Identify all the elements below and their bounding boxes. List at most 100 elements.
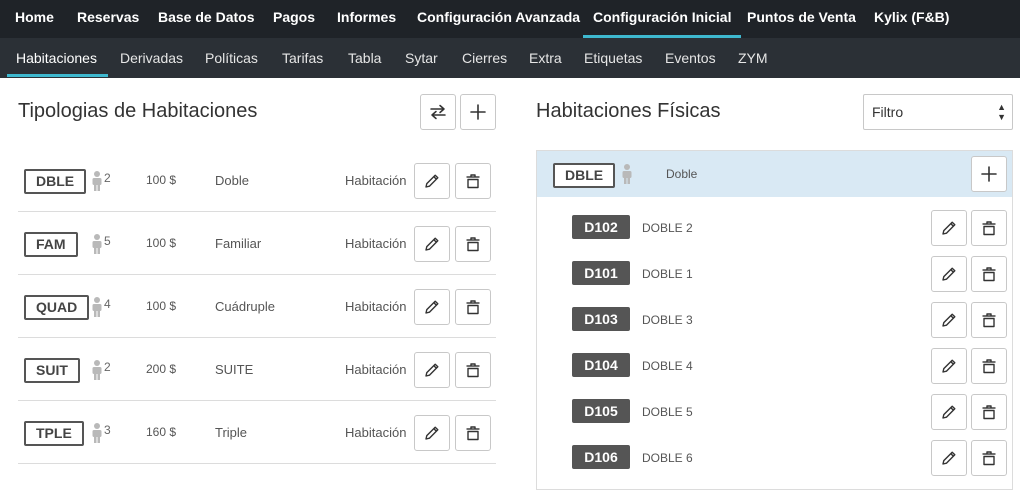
trash-icon bbox=[980, 219, 998, 237]
subnav-item-habitaciones[interactable]: Habitaciones bbox=[16, 38, 97, 78]
room-number-badge: D106 bbox=[572, 445, 630, 469]
room-type-price: 200 $ bbox=[146, 362, 177, 376]
pencil-icon bbox=[940, 449, 958, 467]
subnav-item-tarifas[interactable]: Tarifas bbox=[282, 38, 323, 78]
delete-room-type-button[interactable] bbox=[455, 289, 491, 325]
room-types-title: Tipologias de Habitaciones bbox=[18, 100, 258, 122]
edit-room-type-button[interactable] bbox=[414, 352, 450, 388]
plus-icon bbox=[470, 104, 486, 120]
physical-room-row[interactable]: D104 DOBLE 4 bbox=[537, 336, 1012, 384]
swap-button[interactable] bbox=[420, 94, 456, 130]
selected-room-type-description: Doble bbox=[666, 167, 698, 181]
selected-room-type-header[interactable]: DBLE Doble bbox=[537, 151, 1012, 197]
trash-icon bbox=[464, 235, 482, 253]
room-type-capacity: 5 bbox=[104, 234, 111, 248]
delete-room-button[interactable] bbox=[971, 348, 1007, 384]
delete-room-type-button[interactable] bbox=[455, 163, 491, 199]
room-type-price: 100 $ bbox=[146, 299, 177, 313]
edit-room-button[interactable] bbox=[931, 256, 967, 292]
delete-room-type-button[interactable] bbox=[455, 226, 491, 262]
physical-room-row[interactable]: D106 DOBLE 6 bbox=[537, 428, 1012, 476]
trash-icon bbox=[980, 449, 998, 467]
swap-arrows-icon bbox=[430, 104, 446, 120]
subnav-item-derivadas[interactable]: Derivadas bbox=[120, 38, 183, 78]
topnav-item-reservas[interactable]: Reservas bbox=[77, 0, 139, 38]
subnav-item-cierres[interactable]: Cierres bbox=[462, 38, 507, 78]
topnav-item-home[interactable]: Home bbox=[15, 0, 54, 38]
edit-room-button[interactable] bbox=[931, 348, 967, 384]
delete-room-button[interactable] bbox=[971, 440, 1007, 476]
subnav-item-eventos[interactable]: Eventos bbox=[665, 38, 716, 78]
room-type-kind: Habitación bbox=[345, 236, 407, 251]
room-number-badge: D102 bbox=[572, 215, 630, 239]
room-type-description: Cuádruple bbox=[215, 299, 275, 314]
subnav-item-politicas[interactable]: Políticas bbox=[205, 38, 258, 78]
room-name: DOBLE 4 bbox=[642, 359, 693, 373]
delete-room-button[interactable] bbox=[971, 302, 1007, 338]
topnav-item-pagos[interactable]: Pagos bbox=[273, 0, 315, 38]
pencil-icon bbox=[940, 403, 958, 421]
topnav-item-configuracion-inicial[interactable]: Configuración Inicial bbox=[583, 0, 742, 38]
delete-room-button[interactable] bbox=[971, 394, 1007, 430]
delete-room-type-button[interactable] bbox=[455, 415, 491, 451]
topnav-item-puntos-de-venta[interactable]: Puntos de Venta bbox=[747, 0, 856, 38]
room-number-badge: D101 bbox=[572, 261, 630, 285]
select-arrows-icon: ▲ ▼ bbox=[997, 102, 1006, 122]
room-type-code: QUAD bbox=[24, 295, 90, 320]
room-type-code: DBLE bbox=[24, 169, 87, 194]
filter-select-value: Filtro bbox=[872, 104, 904, 120]
room-type-row[interactable]: FAM 5 100 $ Familiar Habitación bbox=[18, 212, 496, 275]
physical-room-row[interactable]: D105 DOBLE 5 bbox=[537, 382, 1012, 430]
delete-room-button[interactable] bbox=[971, 210, 1007, 246]
physical-room-row[interactable]: D102 DOBLE 2 bbox=[537, 198, 1012, 246]
room-name: DOBLE 2 bbox=[642, 221, 693, 235]
edit-room-button[interactable] bbox=[931, 210, 967, 246]
room-type-row[interactable]: QUAD 4 100 $ Cuádruple Habitación bbox=[18, 275, 496, 338]
edit-room-type-button[interactable] bbox=[414, 415, 450, 451]
room-type-row[interactable]: DBLE 2 100 $ Doble Habitación bbox=[18, 149, 496, 212]
room-type-row[interactable]: SUIT 2 200 $ SUITE Habitación bbox=[18, 338, 496, 401]
edit-room-type-button[interactable] bbox=[414, 226, 450, 262]
trash-icon bbox=[464, 361, 482, 379]
topnav-item-base-de-datos[interactable]: Base de Datos bbox=[158, 0, 254, 38]
topnav-item-informes[interactable]: Informes bbox=[337, 0, 396, 38]
subnav-item-zym[interactable]: ZYM bbox=[738, 38, 768, 78]
room-type-description: Triple bbox=[215, 425, 248, 440]
subnav-item-extra[interactable]: Extra bbox=[529, 38, 562, 78]
top-navigation: Home Reservas Base de Datos Pagos Inform… bbox=[0, 0, 1020, 38]
person-icon bbox=[91, 423, 103, 448]
room-type-capacity: 4 bbox=[104, 297, 111, 311]
room-type-row[interactable]: TPLE 3 160 $ Triple Habitación bbox=[18, 401, 496, 464]
room-type-price: 100 $ bbox=[146, 173, 177, 187]
edit-room-button[interactable] bbox=[931, 394, 967, 430]
add-room-type-button[interactable] bbox=[460, 94, 496, 130]
subnav-item-etiquetas[interactable]: Etiquetas bbox=[584, 38, 642, 78]
delete-room-button[interactable] bbox=[971, 256, 1007, 292]
room-name: DOBLE 3 bbox=[642, 313, 693, 327]
subnav-item-sytar[interactable]: Sytar bbox=[405, 38, 438, 78]
room-name: DOBLE 6 bbox=[642, 451, 693, 465]
pencil-icon bbox=[423, 235, 441, 253]
room-type-price: 100 $ bbox=[146, 236, 177, 250]
edit-room-type-button[interactable] bbox=[414, 163, 450, 199]
plus-icon bbox=[981, 166, 997, 182]
person-icon bbox=[621, 164, 633, 189]
person-icon bbox=[91, 234, 103, 259]
room-name: DOBLE 5 bbox=[642, 405, 693, 419]
room-type-description: SUITE bbox=[215, 362, 254, 377]
subnav-item-tabla[interactable]: Tabla bbox=[348, 38, 381, 78]
trash-icon bbox=[980, 311, 998, 329]
topnav-item-configuracion-avanzada[interactable]: Configuración Avanzada bbox=[417, 0, 580, 38]
edit-room-type-button[interactable] bbox=[414, 289, 450, 325]
physical-room-row[interactable]: D103 DOBLE 3 bbox=[537, 290, 1012, 338]
pencil-icon bbox=[940, 219, 958, 237]
room-type-code: FAM bbox=[24, 232, 78, 257]
edit-room-button[interactable] bbox=[931, 440, 967, 476]
add-physical-room-button[interactable] bbox=[971, 156, 1007, 192]
pencil-icon bbox=[423, 298, 441, 316]
topnav-item-kylix[interactable]: Kylix (F&B) bbox=[874, 0, 949, 38]
physical-room-row[interactable]: D101 DOBLE 1 bbox=[537, 244, 1012, 292]
filter-select[interactable]: Filtro ▲ ▼ bbox=[863, 94, 1013, 130]
delete-room-type-button[interactable] bbox=[455, 352, 491, 388]
edit-room-button[interactable] bbox=[931, 302, 967, 338]
